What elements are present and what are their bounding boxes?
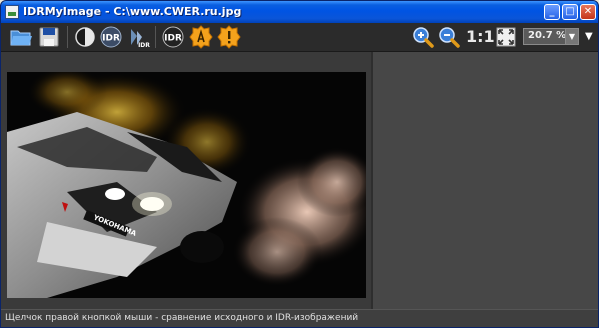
zoom-in-icon[interactable] [411, 25, 435, 49]
workspace: YOKOHAMA [1, 52, 598, 309]
title-bar[interactable]: IDRMyImage - C:\www.CWER.ru.jpg _ □ ✕ [1, 1, 598, 23]
toolbar-separator [155, 26, 156, 48]
photo-image: YOKOHAMA [7, 72, 366, 298]
idr-split-icon[interactable]: IDR [127, 25, 151, 49]
folder-open-icon[interactable] [9, 25, 33, 49]
compare-icon[interactable] [73, 25, 97, 49]
image-canvas[interactable]: YOKOHAMA [7, 72, 366, 298]
svg-text:IDR: IDR [138, 42, 150, 49]
status-text: Щелчок правой кнопкой мыши - сравнение и… [5, 313, 359, 323]
minimize-button[interactable]: _ [544, 4, 560, 20]
idr-process-icon[interactable]: IDR [161, 25, 185, 49]
chevron-down-icon[interactable]: ▼ [565, 29, 578, 44]
fit-screen-icon[interactable] [494, 25, 518, 49]
window-title: IDRMyImage - C:\www.CWER.ru.jpg [23, 5, 242, 18]
zoom-out-icon[interactable] [437, 25, 461, 49]
toolbar-overflow-icon[interactable]: ▼ [585, 31, 593, 42]
zoom-level-value: 20.7 % [528, 30, 567, 41]
maximize-button[interactable]: □ [562, 4, 578, 20]
app-window: IDRMyImage - C:\www.CWER.ru.jpg _ □ ✕ ID… [0, 0, 599, 328]
status-bar: Щелчок правой кнопкой мыши - сравнение и… [1, 309, 598, 327]
close-button[interactable]: ✕ [580, 4, 596, 20]
svg-text:IDR: IDR [102, 34, 120, 44]
actual-size-button[interactable]: 1:1 [466, 27, 495, 46]
idr-icon[interactable]: IDR [99, 25, 123, 49]
zoom-level-select[interactable]: 20.7 % ▼ [523, 28, 579, 45]
toolbar: IDR IDR IDR 1:1 20.7 % ▼ ▼ [1, 23, 598, 52]
svg-text:IDR: IDR [164, 34, 182, 44]
save-icon[interactable] [37, 25, 61, 49]
toolbar-separator [67, 26, 68, 48]
app-icon [5, 5, 19, 19]
image-pane[interactable]: YOKOHAMA [1, 52, 373, 309]
info-icon[interactable] [217, 25, 241, 49]
settings-a-icon[interactable] [189, 25, 213, 49]
